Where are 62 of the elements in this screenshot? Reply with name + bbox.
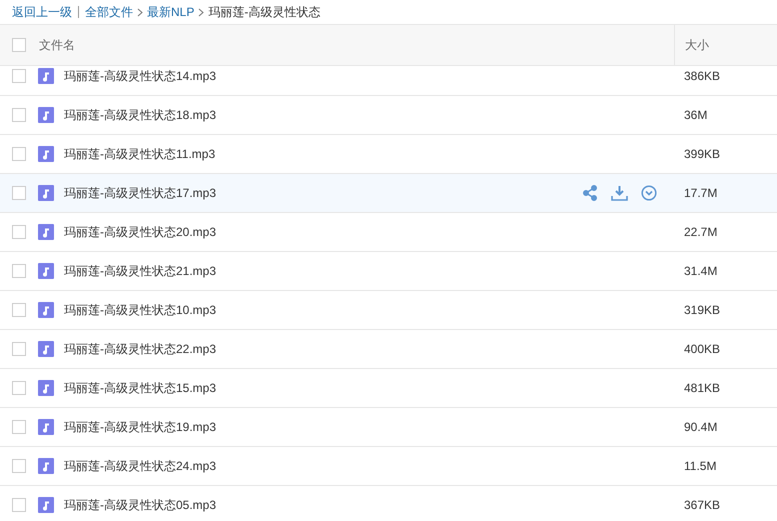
checkbox[interactable] [12,264,26,278]
music-file-icon [38,107,54,123]
file-size: 17.7M [684,186,718,200]
file-name[interactable]: 玛丽莲-高级灵性状态19.mp3 [64,418,674,436]
file-size: 400KB [684,342,720,356]
column-header: 大小 [685,37,709,54]
file-name[interactable]: 玛丽莲-高级灵性状态24.mp3 [64,457,674,475]
file-size: 386KB [684,69,720,83]
file-size: 319KB [684,303,720,317]
music-file-icon [38,224,54,240]
file-row[interactable]: 玛丽莲-高级灵性状态17.mp3 17.7M [0,174,777,213]
file-size: 481KB [684,381,720,395]
checkbox[interactable] [12,186,26,200]
file-name[interactable]: 玛丽莲-高级灵性状态14.mp3 [64,67,674,85]
file-name[interactable]: 玛丽莲-高级灵性状态22.mp3 [64,340,674,358]
file-size: 36M [684,108,708,122]
music-file-icon [38,68,54,84]
breadcrumb-link[interactable]: 最新NLP [147,3,194,21]
checkbox[interactable] [12,381,26,395]
file-size: 31.4M [684,264,718,278]
music-file-icon [38,185,54,201]
share-icon[interactable] [582,185,598,201]
checkbox[interactable] [12,459,26,473]
file-size: 399KB [684,147,720,161]
file-size: 367KB [684,498,720,512]
chevron-icon [137,8,143,16]
music-file-icon [38,458,54,474]
file-name[interactable]: 玛丽莲-高级灵性状态15.mp3 [64,379,674,397]
file-size: 11.5M [684,459,716,473]
checkbox[interactable] [12,225,26,239]
download-icon[interactable] [611,185,628,201]
music-file-icon [38,341,54,357]
music-file-icon [38,380,54,396]
file-name[interactable]: 玛丽莲-高级灵性状态11.mp3 [64,145,674,163]
checkbox[interactable] [12,498,26,512]
file-name[interactable]: 玛丽莲-高级灵性状态10.mp3 [64,301,674,319]
checkbox[interactable] [12,342,26,356]
checkbox[interactable] [12,108,26,122]
file-name[interactable]: 玛丽莲-高级灵性状态21.mp3 [64,262,674,280]
file-size: 22.7M [684,225,718,239]
column-header: 文件名 [39,37,75,54]
file-size: 90.4M [684,420,718,434]
music-file-icon [38,263,54,279]
music-file-icon [38,419,54,435]
dropdown-icon[interactable] [641,185,657,201]
checkbox[interactable] [12,38,26,52]
chevron-icon [198,8,204,16]
breadcrumb-link[interactable]: 全部文件 [85,3,133,21]
checkbox[interactable] [12,147,26,161]
file-name[interactable]: 玛丽莲-高级灵性状态18.mp3 [64,106,674,124]
checkbox[interactable] [12,69,26,83]
file-name[interactable]: 玛丽莲-高级灵性状态17.mp3 [64,184,582,202]
file-row[interactable]: 玛丽莲-高级灵性状态14.mp3 386KB [0,66,777,96]
checkbox[interactable] [12,420,26,434]
checkbox[interactable] [12,303,26,317]
breadcrumb-current: 玛丽莲-高级灵性状态 [208,4,320,21]
file-name[interactable]: 玛丽莲-高级灵性状态05.mp3 [64,496,674,514]
music-file-icon [38,146,54,162]
music-file-icon [38,497,54,513]
breadcrumb-link[interactable]: 返回上一级 [12,3,72,21]
file-name[interactable]: 玛丽莲-高级灵性状态20.mp3 [64,223,674,241]
music-file-icon [38,302,54,318]
